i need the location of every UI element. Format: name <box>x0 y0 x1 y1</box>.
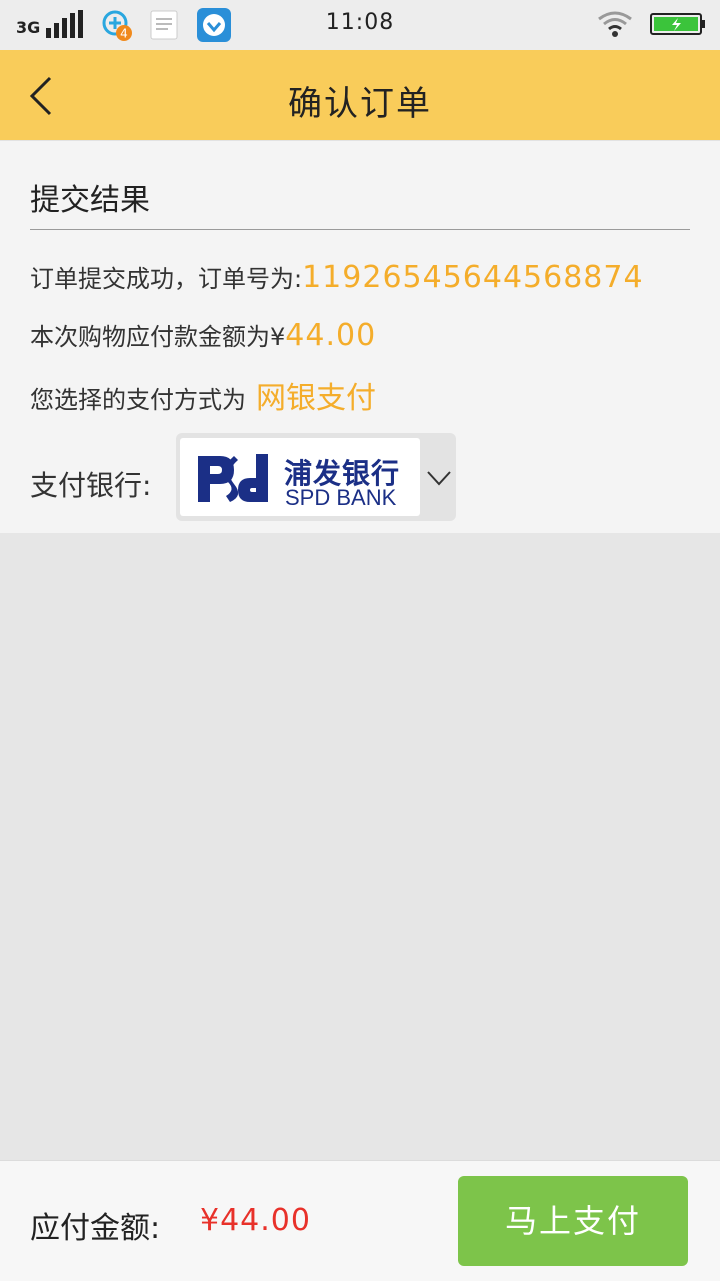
order-number-line: 订单提交成功，订单号为:11926545644568874 <box>30 259 644 295</box>
battery-icon <box>650 13 705 35</box>
chevron-down-icon <box>427 471 451 486</box>
payment-method-value: 网银支付 <box>256 381 376 416</box>
section-title: 提交结果 <box>30 183 150 218</box>
wifi-icon <box>598 11 632 37</box>
bank-label: 支付银行: <box>30 469 152 502</box>
amount-due-label: 应付金额: <box>30 1211 161 1246</box>
amount-line: 本次购物应付款金额为¥44.00 <box>30 317 376 353</box>
bank-logo: 浦发银行 SPD BANK <box>180 438 420 516</box>
order-number-value: 11926545644568874 <box>302 260 644 295</box>
amount-value: 44.00 <box>285 318 377 353</box>
checkout-bar: 应付金额: ¥44.00 马上支付 <box>0 1160 720 1281</box>
amount-label: 本次购物应付款金额为¥ <box>30 323 286 351</box>
pay-now-button[interactable]: 马上支付 <box>458 1176 688 1266</box>
order-number-label: 订单提交成功，订单号为: <box>30 265 303 293</box>
page-title: 确认订单 <box>288 84 432 124</box>
spd-bank-logo-mark <box>198 454 268 502</box>
payment-method-label: 您选择的支付方式为 <box>30 386 246 414</box>
status-bar: 3G 4 11:08 <box>0 0 720 50</box>
order-result-panel: 提交结果 订单提交成功，订单号为:11926545644568874 本次购物应… <box>0 140 720 533</box>
payment-method-line: 您选择的支付方式为 网银支付 <box>30 373 376 417</box>
amount-due-value: ¥44.00 <box>200 1203 311 1238</box>
divider <box>30 229 690 230</box>
bank-select-dropdown[interactable]: 浦发银行 SPD BANK <box>176 433 456 521</box>
app-header: 确认订单 <box>0 50 720 140</box>
bank-name-en: SPD BANK <box>285 485 397 510</box>
